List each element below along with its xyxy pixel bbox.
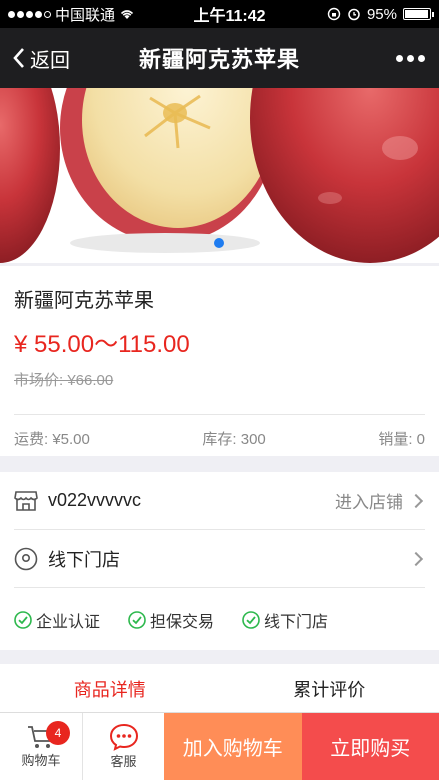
carousel-indicator[interactable] [214,238,224,248]
customer-service-button[interactable]: 客服 [82,713,164,780]
guarantee-badges: 企业认证 担保交易 线下门店 [14,590,425,650]
status-right: 95% [281,5,434,23]
price-range: ¥ 55.00～115.00 [14,331,190,358]
more-button[interactable] [396,54,425,62]
status-bar: 中国联通 上午11:42 95% [0,0,439,28]
offline-store-row[interactable]: 线下门店 [14,530,425,588]
badge-offline-store: 线下门店 [242,608,328,632]
chevron-right-icon [408,493,424,508]
back-label: 返回 [30,49,70,72]
clock: 上午11:42 [193,8,266,25]
store-row[interactable]: v022vvvvvc 进入店铺 [14,472,425,530]
rotation-lock-icon [327,7,341,21]
badge-label: 线下门店 [264,614,329,631]
battery-percent: 95% [366,5,397,23]
buy-now-button[interactable]: 立即购买 [301,713,439,780]
offline-store-label: 线下门店 [48,549,120,570]
product-metrics: 运费: ¥5.00 库存: 300 销量: 0 [14,428,425,449]
badge-enterprise-certified: 企业认证 [14,608,100,632]
cart-button[interactable]: 购物车 4 [0,713,82,780]
check-circle-icon [242,611,260,629]
carrier-section: 中国联通 [8,4,178,25]
store-section: v022vvvvvc 进入店铺 线下门店 企业认证 担保交易 线下门店 [0,472,439,650]
back-button[interactable]: 返回 [12,44,70,73]
badge-label: 企业认证 [36,614,101,631]
cart-label: 购物车 [21,753,61,768]
product-image-carousel[interactable] [0,88,439,263]
signal-icon [8,10,51,18]
battery-icon [403,8,434,20]
storefront-icon [14,490,38,511]
shipping-fee: 运费: ¥5.00 [14,431,90,448]
location-icon [14,547,38,570]
product-info: 新疆阿克苏苹果 ¥ 55.00～115.00 市场价: ¥66.00 运费: ¥… [0,266,439,456]
chevron-left-icon [13,48,24,68]
divider [14,414,425,415]
tab-reviews[interactable]: 累计评价 [220,664,439,714]
stock-count: 库存: 300 [202,431,266,448]
apple-photo [0,88,439,263]
nav-bar: 返回 新疆阿克苏苹果 [0,28,439,88]
detail-tabs: 商品详情 累计评价 [0,664,439,714]
carrier-label: 中国联通 [55,6,116,24]
wifi-icon [120,10,134,19]
chat-bubble-icon [109,723,138,751]
tab-product-details[interactable]: 商品详情 [0,664,220,714]
cart-count-badge: 4 [46,721,70,745]
sales-count: 销量: 0 [378,431,425,448]
more-dot-icon [407,54,414,62]
check-circle-icon [14,611,32,629]
chevron-right-icon [408,551,424,566]
badge-label: 担保交易 [150,614,215,631]
check-circle-icon [128,611,146,629]
product-name: 新疆阿克苏苹果 [14,290,154,312]
badge-escrow-trade: 担保交易 [128,608,214,632]
add-to-cart-button[interactable]: 加入购物车 [164,713,302,780]
bottom-action-bar: 购物车 4 客服 加入购物车 立即购买 [0,712,439,780]
enter-store-link[interactable]: 进入店铺 [335,488,403,513]
service-label: 客服 [110,754,137,769]
more-dot-icon [418,54,425,62]
alarm-icon [348,8,360,21]
market-price: 市场价: ¥66.00 [14,372,114,389]
store-name: v022vvvvvc [48,490,142,510]
more-dot-icon [396,54,403,62]
